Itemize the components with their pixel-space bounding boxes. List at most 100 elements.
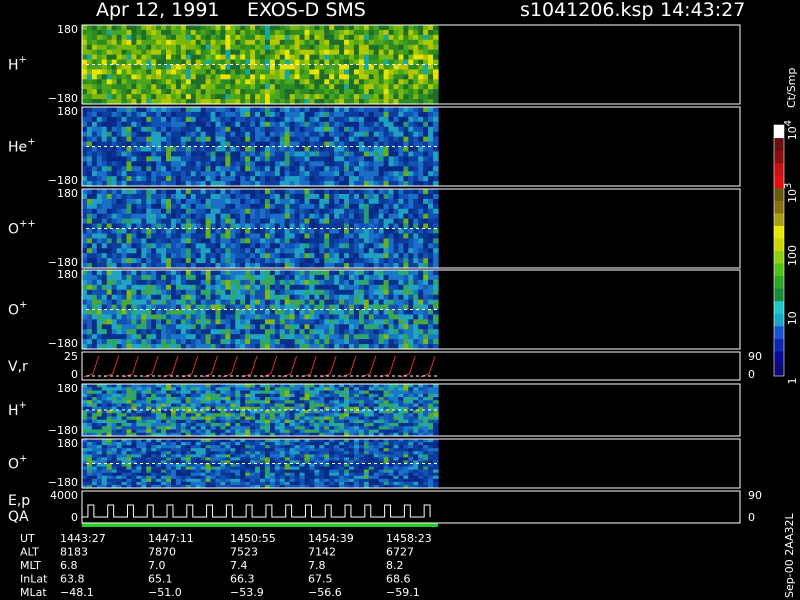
heatmap-cell (413, 171, 419, 177)
heatmap-cell (101, 218, 108, 225)
heatmap-cell (398, 284, 404, 291)
heatmap-cell (378, 161, 385, 167)
heatmap-cell (156, 284, 162, 291)
heatmap-cell (82, 116, 88, 123)
heatmap-cell (334, 151, 340, 157)
heatmap-cell (215, 64, 222, 71)
heatmap-cell (106, 324, 113, 330)
heatmap-cell (180, 69, 187, 75)
heatmap-cell (171, 79, 177, 85)
heatmap-cell (274, 116, 281, 123)
heatmap-cell (279, 253, 286, 259)
heatmap-cell (190, 189, 197, 195)
heatmap-cell (373, 233, 380, 239)
heatmap-cell (319, 161, 325, 167)
heatmap-cell (111, 294, 118, 301)
heatmap-cell (215, 314, 222, 320)
heatmap-cell (166, 131, 172, 138)
heatmap-cell (289, 49, 296, 56)
heatmap-cell (255, 107, 261, 113)
heatmap-cell (175, 25, 182, 31)
heatmap-cell (82, 228, 88, 235)
heatmap-cell (136, 203, 142, 210)
heatmap-cell (131, 25, 137, 31)
heatmap-cell (190, 314, 197, 320)
heatmap-cell (260, 324, 266, 330)
heatmap-cell (161, 136, 167, 143)
heatmap-cell (121, 213, 128, 220)
heatmap-cell (353, 339, 360, 345)
heatmap-cell (151, 49, 157, 56)
heatmap-cell (106, 238, 113, 244)
heatmap-cell (403, 126, 409, 133)
heatmap-cell (215, 324, 222, 330)
heatmap-cell (190, 176, 197, 182)
heatmap-cell (205, 193, 212, 200)
heatmap-cell (334, 324, 340, 330)
heatmap-cell (255, 284, 261, 291)
heatmap-cell (151, 289, 157, 296)
heatmap-cell (240, 146, 246, 153)
heatmap-cell (363, 126, 370, 133)
heatmap-cell (418, 314, 424, 320)
heatmap-cell (111, 44, 118, 51)
heatmap-cell (141, 258, 147, 264)
heatmap-cell (166, 136, 172, 143)
heatmap-cell (250, 34, 256, 41)
heatmap-cell (418, 228, 424, 235)
heatmap-cell (250, 171, 256, 177)
heatmap-cell (185, 189, 192, 195)
heatmap-cell (299, 25, 306, 31)
heatmap-cell (423, 258, 429, 264)
heatmap-cell (190, 69, 197, 75)
heatmap-cell (398, 54, 404, 61)
heatmap-cell (264, 284, 271, 291)
heatmap-cell (131, 213, 137, 220)
heatmap-cell (205, 156, 212, 162)
heatmap-cell (269, 29, 276, 36)
heatmap-cell (230, 107, 236, 113)
heatmap-cell (319, 294, 325, 301)
heatmap-cell (319, 329, 325, 335)
heatmap-cell (289, 126, 296, 133)
heatmap-cell (264, 270, 271, 276)
heatmap-cell (264, 64, 271, 71)
heatmap-cell (190, 89, 197, 95)
heatmap-cell (373, 156, 380, 162)
heatmap-cell (363, 198, 370, 205)
heatmap-cell (82, 248, 88, 254)
heatmap-cell (284, 324, 291, 330)
heatmap-cell (235, 34, 241, 41)
heatmap-cell (339, 289, 345, 296)
heatmap-cell (141, 39, 147, 46)
heatmap-cell (304, 44, 311, 51)
heatmap-cell (339, 69, 345, 75)
heatmap-cell (235, 171, 241, 177)
heatmap-cell (319, 253, 325, 259)
heatmap-cell (126, 324, 133, 330)
heatmap-cell (91, 131, 98, 138)
heatmap-cell (101, 116, 108, 123)
heatmap-cell (240, 49, 246, 56)
heatmap-cell (373, 279, 380, 286)
heatmap-cell (146, 289, 152, 296)
heatmap-cell (151, 44, 157, 51)
heatmap-cell (428, 126, 434, 133)
heatmap-cell (171, 208, 177, 215)
heatmap-cell (200, 64, 207, 71)
heatmap-cell (171, 161, 177, 167)
heatmap-cell (205, 243, 212, 249)
heatmap-cell (368, 176, 375, 182)
heatmap-cell (349, 25, 355, 31)
heatmap-cell (373, 203, 380, 210)
heatmap-cell (358, 243, 365, 249)
heatmap-cell (215, 294, 222, 301)
heatmap-cell (363, 284, 370, 291)
heatmap-cell (349, 156, 355, 162)
heatmap-cell (309, 339, 315, 345)
heatmap-cell (260, 29, 266, 36)
heatmap-cell (245, 334, 251, 340)
heatmap-cell (205, 253, 212, 259)
heatmap-cell (383, 29, 390, 36)
heatmap-cell (304, 319, 311, 325)
